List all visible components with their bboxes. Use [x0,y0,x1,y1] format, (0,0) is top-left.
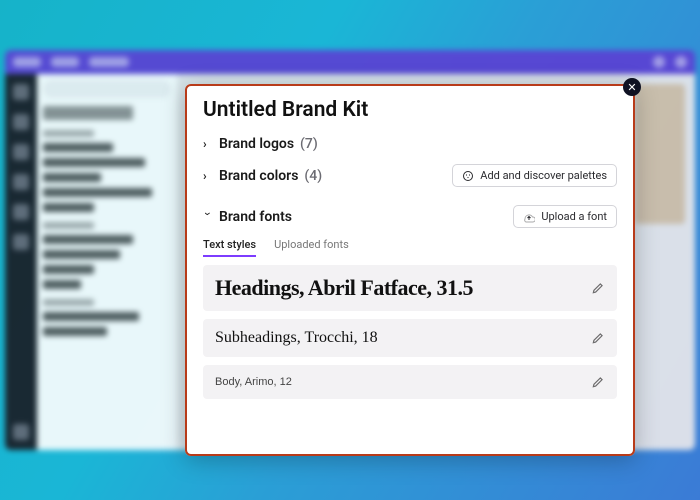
close-icon: ✕ [627,82,636,93]
section-label: Brand logos [219,136,294,152]
section-count: (7) [300,136,318,152]
text-style-body: Body, Arimo, 12 [203,365,617,399]
close-button[interactable]: ✕ [623,78,641,96]
add-palettes-button[interactable]: Add and discover palettes [452,164,617,187]
chevron-right-icon: › [203,169,213,183]
section-toggle-logos[interactable]: › Brand logos (7) [203,136,318,152]
style-preview: Headings, Abril Fatface, 31.5 [215,275,473,301]
section-toggle-fonts[interactable]: › Brand fonts [203,209,292,225]
font-tabs: Text styles Uploaded fonts [203,238,617,257]
style-preview: Body, Arimo, 12 [215,376,292,388]
upload-icon [523,211,535,223]
edit-icon[interactable] [591,331,605,345]
section-label: Brand fonts [219,209,292,225]
section-count: (4) [304,168,322,184]
tab-uploaded-fonts[interactable]: Uploaded fonts [274,238,349,257]
modal-title: Untitled Brand Kit [203,98,617,122]
brand-kit-modal: Untitled Brand Kit › Brand logos (7) › B… [185,84,635,456]
edit-icon[interactable] [591,375,605,389]
section-label: Brand colors [219,168,298,184]
chevron-right-icon: › [203,137,213,151]
tab-text-styles[interactable]: Text styles [203,238,256,257]
upload-font-button[interactable]: Upload a font [513,205,617,228]
edit-icon[interactable] [591,281,605,295]
palette-icon [462,170,474,182]
button-label: Add and discover palettes [480,169,607,182]
text-style-heading: Headings, Abril Fatface, 31.5 [203,265,617,311]
button-label: Upload a font [541,210,607,223]
text-style-subheading: Subheadings, Trocchi, 18 [203,319,617,357]
chevron-down-icon: › [201,212,215,222]
section-toggle-colors[interactable]: › Brand colors (4) [203,168,322,184]
style-preview: Subheadings, Trocchi, 18 [215,329,378,347]
